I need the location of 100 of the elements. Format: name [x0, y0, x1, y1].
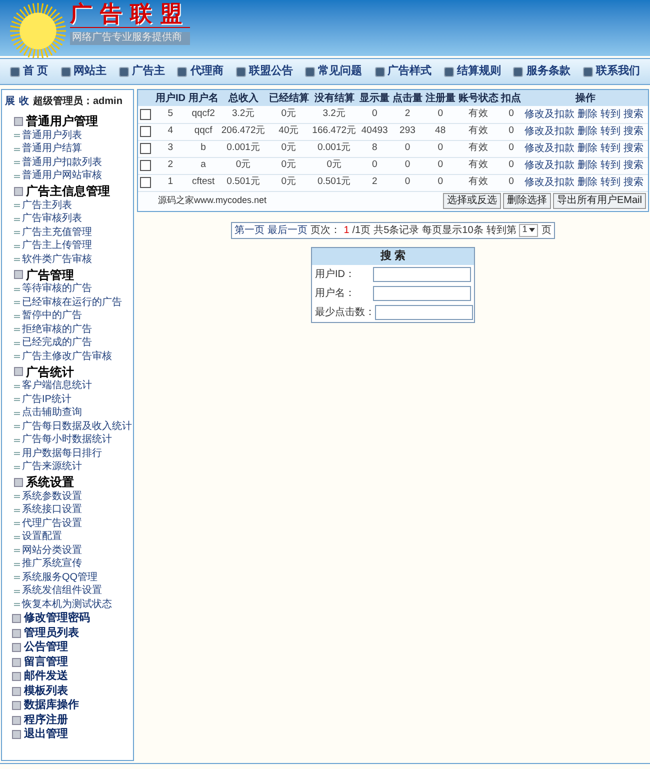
column-header: 扣点: [500, 90, 523, 106]
table-action-button[interactable]: 导出所有用户EMail: [552, 193, 646, 209]
action-link[interactable]: 修改及扣款: [524, 160, 574, 171]
sidebar-link[interactable]: 广告IP统计: [22, 394, 72, 405]
expand-link[interactable]: 展: [5, 94, 15, 108]
sidebar-link[interactable]: 等待审核的广告: [22, 284, 92, 294]
sidebar-link[interactable]: 系统参数设置: [22, 492, 82, 502]
sidebar-link[interactable]: 软件类广告审核: [22, 254, 92, 265]
sidebar-link[interactable]: 点击辅助查询: [22, 408, 82, 418]
page-select[interactable]: 1: [519, 224, 538, 236]
collapse-link[interactable]: 收: [19, 94, 29, 108]
sidebar-link[interactable]: 普通用户结算: [22, 144, 82, 154]
input-field[interactable]: [373, 286, 471, 300]
action-link[interactable]: 转到: [600, 160, 620, 171]
action-link[interactable]: 搜索: [623, 176, 644, 188]
action-link[interactable]: 搜索: [623, 126, 644, 137]
table-action-button[interactable]: 删除选择: [502, 193, 551, 209]
action-link[interactable]: 搜索: [623, 108, 644, 120]
sidebar-link[interactable]: 推广系统宣传: [22, 559, 82, 570]
dash-icon: [14, 562, 20, 566]
action-link[interactable]: 修改及扣款: [524, 126, 574, 137]
action-link[interactable]: 转到: [600, 142, 620, 154]
sidebar-link[interactable]: 普通用户列表: [22, 130, 82, 141]
nav-link[interactable]: 网站主: [60, 63, 107, 80]
action-link[interactable]: 转到: [600, 126, 620, 137]
table-cell: 0.501元: [310, 174, 358, 191]
sidebar-link[interactable]: 设置配置: [22, 532, 62, 542]
nav-link[interactable]: 代理商: [177, 63, 224, 80]
table-cell: 40493: [358, 123, 392, 140]
action-link[interactable]: 修改及扣款: [524, 176, 574, 188]
sidebar-group[interactable]: 广告统计: [26, 366, 74, 378]
sidebar-link[interactable]: 数据库操作: [24, 700, 79, 712]
sidebar-link[interactable]: 广告主列表: [22, 200, 72, 211]
action-link[interactable]: 转到: [600, 176, 620, 188]
sidebar-link[interactable]: 普通用户扣款列表: [22, 158, 102, 168]
sidebar-link[interactable]: 留言管理: [24, 656, 68, 668]
last-page-link[interactable]: 最后一页: [268, 222, 308, 238]
nav-link[interactable]: 广告样式: [374, 63, 432, 80]
column-header: 操作: [522, 90, 648, 106]
sidebar-link[interactable]: 广告每日数据及收入统计: [22, 422, 132, 432]
input-field[interactable]: [373, 266, 471, 282]
nav-link[interactable]: 联系我们: [582, 63, 640, 80]
sidebar-link[interactable]: 公告管理: [24, 642, 68, 654]
sidebar-link[interactable]: 拒绝审核的广告: [22, 324, 92, 335]
action-link[interactable]: 修改及扣款: [524, 142, 574, 154]
row-checkbox[interactable]: [140, 160, 151, 171]
nav-link[interactable]: 联盟公告: [236, 63, 293, 80]
sidebar-link[interactable]: 邮件发送: [24, 671, 68, 682]
action-link[interactable]: 删除: [577, 160, 598, 171]
action-link[interactable]: 删除: [577, 142, 598, 154]
sidebar-group[interactable]: 广告主信息管理: [26, 185, 110, 197]
action-link[interactable]: 转到: [600, 108, 620, 120]
row-checkbox[interactable]: [140, 126, 151, 137]
nav-link[interactable]: 广告主: [119, 63, 166, 80]
first-page-link[interactable]: 第一页: [234, 222, 265, 238]
sidebar-group[interactable]: 广告管理: [26, 268, 74, 280]
sidebar-link[interactable]: 退出管理: [24, 729, 68, 740]
nav-link[interactable]: 首 页: [10, 63, 48, 80]
sidebar-link[interactable]: 普通用户网站审核: [22, 171, 102, 182]
table-cell: a: [186, 157, 220, 174]
sidebar-link[interactable]: 管理员列表: [24, 628, 79, 639]
nav-link[interactable]: 常见问题: [305, 63, 362, 80]
sidebar-link[interactable]: 客户端信息统计: [22, 381, 92, 392]
action-link[interactable]: 删除: [577, 108, 598, 120]
dash-icon: [14, 522, 20, 526]
sidebar-link[interactable]: 广告主上传管理: [22, 241, 92, 252]
sidebar-link[interactable]: 修改管理密码: [24, 613, 90, 624]
sidebar-link[interactable]: 系统发信组件设置: [22, 586, 102, 596]
sidebar-link[interactable]: 暂停中的广告: [22, 311, 82, 322]
action-link[interactable]: 删除: [577, 126, 598, 137]
sidebar-link[interactable]: 代理广告设置: [22, 518, 82, 529]
action-link[interactable]: 搜索: [623, 160, 644, 171]
row-checkbox[interactable]: [140, 177, 151, 188]
table-cell: 3: [154, 140, 187, 157]
action-link[interactable]: 搜索: [623, 142, 644, 154]
sidebar-link[interactable]: 广告来源统计: [22, 462, 82, 472]
sidebar-link[interactable]: 广告审核列表: [22, 214, 82, 224]
nav-link[interactable]: 结算规则: [444, 63, 501, 80]
sidebar-link[interactable]: 广告主充值管理: [22, 228, 92, 238]
sidebar-link[interactable]: 系统接口设置: [22, 505, 82, 516]
row-checkbox[interactable]: [140, 108, 151, 120]
sidebar-link[interactable]: 程序注册: [24, 714, 68, 726]
input-field[interactable]: [375, 304, 473, 320]
nav-link[interactable]: 服务条款: [513, 63, 570, 80]
action-link[interactable]: 删除: [577, 176, 598, 188]
sidebar-link[interactable]: 网站分类设置: [22, 546, 82, 556]
action-link[interactable]: 修改及扣款: [524, 108, 574, 120]
sidebar-link[interactable]: 已经完成的广告: [22, 338, 92, 348]
sidebar-group[interactable]: 系统设置: [26, 476, 74, 488]
sidebar-link[interactable]: 广告每小时数据统计: [22, 435, 112, 446]
sidebar-link[interactable]: 用户数据每日排行: [22, 448, 102, 459]
sidebar-link[interactable]: 广告主修改广告审核: [22, 352, 112, 362]
sidebar-link[interactable]: 模板列表: [24, 686, 68, 697]
folder-icon: [14, 116, 23, 126]
table-action-button[interactable]: 选择或反选: [442, 193, 501, 209]
sidebar-link[interactable]: 已经审核在运行的广告: [22, 298, 122, 308]
sidebar-group[interactable]: 普通用户管理: [26, 115, 98, 127]
sidebar-link[interactable]: 恢复本机为测试状态: [22, 600, 112, 610]
sidebar-link[interactable]: 系统服务QQ管理: [22, 572, 98, 583]
row-checkbox[interactable]: [140, 143, 151, 154]
